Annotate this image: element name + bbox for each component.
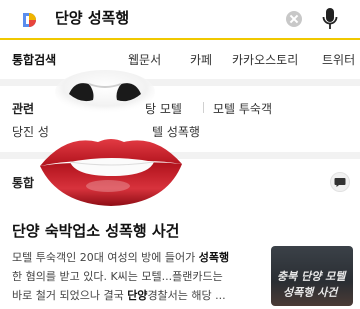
- tab-twitter[interactable]: 트위터: [322, 51, 355, 68]
- comment-icon[interactable]: [330, 172, 350, 192]
- search-query[interactable]: 단양 성폭행: [55, 7, 129, 28]
- tab-integrated[interactable]: 통합검색: [12, 51, 56, 68]
- tab-kakaostory[interactable]: 카카오스토리: [232, 51, 298, 68]
- divider: [0, 79, 360, 86]
- news-thumbnail[interactable]: 충북 단양 모텔 성폭행 사건: [271, 246, 353, 306]
- search-bar[interactable]: 단양 성폭행: [0, 0, 360, 40]
- news-title[interactable]: 단양 숙박업소 성폭행 사건: [12, 220, 179, 241]
- news-snippet: 모텔 투숙객인 20대 여성의 방에 들어가 성폭행 한 혐의를 받고 있다. …: [12, 251, 230, 302]
- tab-cafe[interactable]: 카페: [190, 51, 212, 68]
- search-tabs: 통합검색 웹문서 카페 카카오스토리 트위터: [0, 42, 360, 78]
- related-title: 관련: [12, 102, 35, 116]
- lips-image: [40, 139, 182, 206]
- microphone-icon[interactable]: [322, 7, 338, 31]
- related-item[interactable]: 모텔 투숙객: [213, 100, 272, 117]
- daum-logo-icon[interactable]: [18, 9, 40, 31]
- clear-icon[interactable]: [286, 11, 302, 27]
- thumbnail-caption: 성폭행 사건: [283, 286, 338, 299]
- separator: [203, 102, 204, 113]
- section-title: 통합: [12, 176, 35, 190]
- thumbnail-caption: 충북 단양 모텔: [277, 270, 346, 283]
- tab-web[interactable]: 웹문서: [128, 51, 161, 68]
- nose-image: [55, 70, 155, 114]
